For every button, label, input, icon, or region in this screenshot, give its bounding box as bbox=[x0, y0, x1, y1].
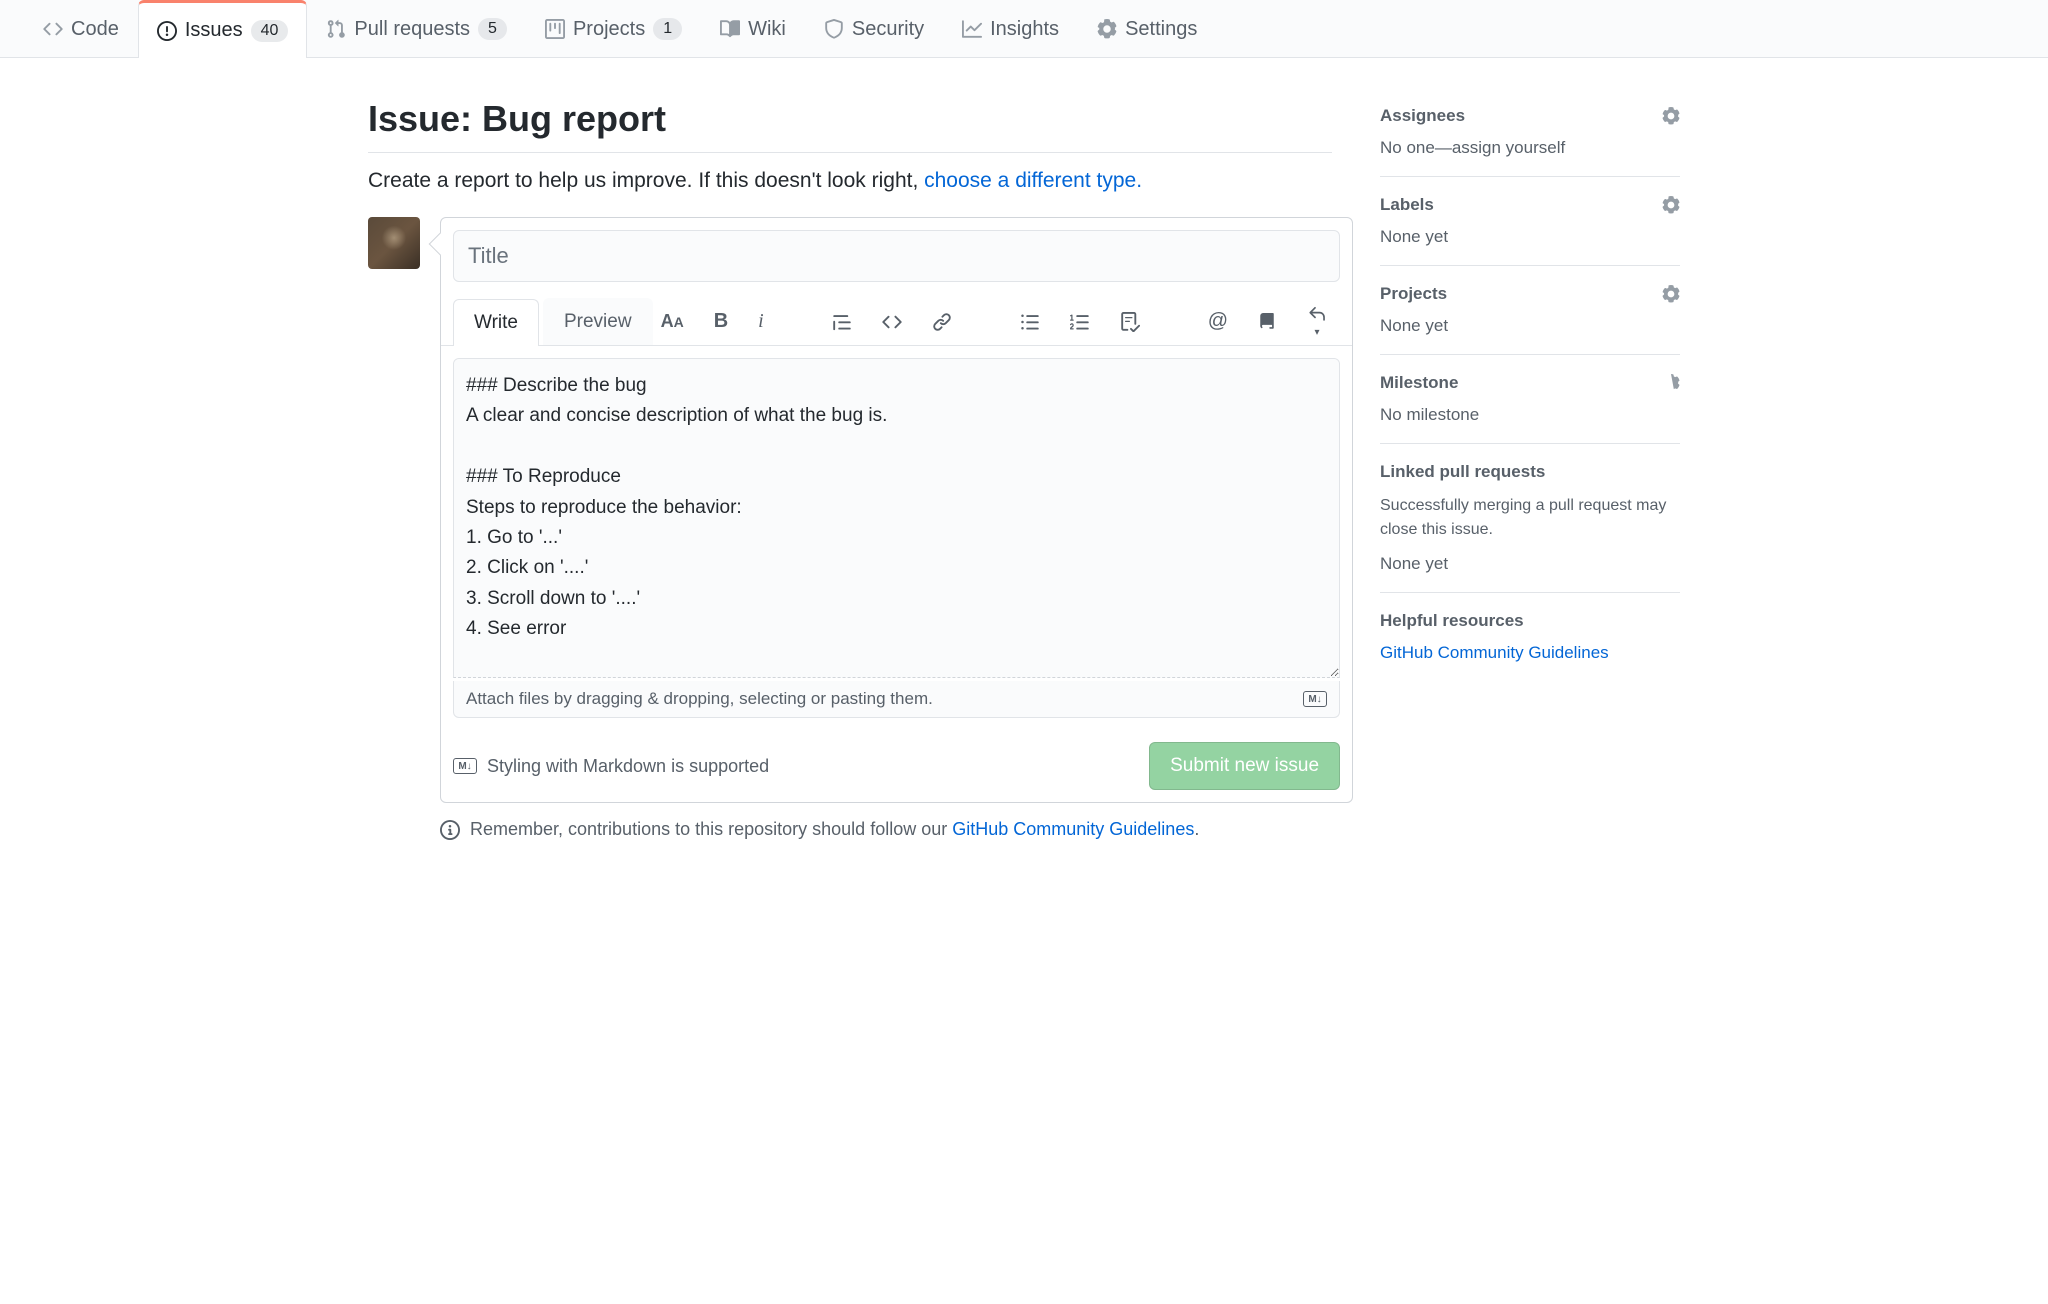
projects-title: Projects bbox=[1380, 284, 1447, 304]
tab-security-label: Security bbox=[852, 18, 924, 41]
page-subtext: Create a report to help us improve. If t… bbox=[368, 169, 1332, 193]
mention-button[interactable]: @ bbox=[1204, 306, 1232, 337]
guidelines-link[interactable]: GitHub Community Guidelines bbox=[952, 819, 1194, 839]
tab-pulls[interactable]: Pull requests 5 bbox=[307, 0, 526, 57]
quote-button[interactable] bbox=[828, 308, 856, 336]
tab-issues[interactable]: Issues 40 bbox=[138, 0, 308, 58]
submit-issue-button[interactable]: Submit new issue bbox=[1149, 742, 1340, 790]
tab-projects-label: Projects bbox=[573, 18, 645, 41]
gear-icon bbox=[1097, 19, 1117, 39]
tab-wiki-label: Wiki bbox=[748, 18, 786, 41]
gear-icon[interactable] bbox=[1662, 374, 1680, 392]
write-tab[interactable]: Write bbox=[453, 299, 539, 346]
shield-icon bbox=[824, 19, 844, 39]
helpful-title: Helpful resources bbox=[1380, 611, 1524, 631]
linked-prs-note: Successfully merging a pull request may … bbox=[1380, 494, 1680, 542]
gear-icon[interactable] bbox=[1662, 196, 1680, 214]
code-button[interactable] bbox=[878, 308, 906, 336]
tab-security[interactable]: Security bbox=[805, 0, 943, 57]
graph-icon bbox=[962, 19, 982, 39]
gear-icon[interactable] bbox=[1662, 107, 1680, 125]
heading-button[interactable]: AA bbox=[657, 307, 688, 336]
tab-code-label: Code bbox=[71, 18, 119, 41]
attach-bar[interactable]: Attach files by dragging & dropping, sel… bbox=[453, 681, 1340, 718]
assignees-body[interactable]: No one—assign yourself bbox=[1380, 138, 1680, 158]
book-icon bbox=[720, 19, 740, 39]
milestone-title: Milestone bbox=[1380, 373, 1458, 393]
saved-reply-button[interactable] bbox=[1254, 309, 1280, 335]
projects-body: None yet bbox=[1380, 316, 1680, 336]
tab-insights[interactable]: Insights bbox=[943, 0, 1078, 57]
tab-projects[interactable]: Projects 1 bbox=[526, 0, 701, 57]
markdown-icon: M↓ bbox=[1303, 691, 1327, 707]
assignees-title: Assignees bbox=[1380, 106, 1465, 126]
italic-button[interactable]: i bbox=[754, 306, 768, 337]
tab-insights-label: Insights bbox=[990, 18, 1059, 41]
milestone-body: No milestone bbox=[1380, 405, 1680, 425]
editor-tabnav: Write Preview AA B i bbox=[441, 298, 1352, 346]
choose-type-link[interactable]: choose a different type. bbox=[924, 169, 1142, 192]
issue-title-input[interactable] bbox=[453, 230, 1340, 282]
gear-icon[interactable] bbox=[1662, 285, 1680, 303]
link-button[interactable] bbox=[928, 308, 956, 336]
avatar[interactable] bbox=[368, 217, 420, 269]
repo-tabnav: Code Issues 40 Pull requests 5 Projects … bbox=[0, 0, 2048, 58]
info-icon bbox=[440, 820, 460, 840]
contribution-note: Remember, contributions to this reposito… bbox=[440, 819, 1332, 840]
issue-body-textarea[interactable] bbox=[453, 358, 1340, 678]
issues-counter: 40 bbox=[251, 20, 289, 42]
tab-wiki[interactable]: Wiki bbox=[701, 0, 805, 57]
linked-prs-title: Linked pull requests bbox=[1380, 462, 1545, 482]
comment-box: Write Preview AA B i bbox=[440, 217, 1353, 803]
tab-issues-label: Issues bbox=[185, 19, 243, 42]
tab-settings[interactable]: Settings bbox=[1078, 0, 1216, 57]
markdown-icon: M↓ bbox=[453, 758, 477, 774]
pulls-counter: 5 bbox=[478, 18, 507, 40]
project-icon bbox=[545, 19, 565, 39]
markdown-toolbar: AA B i @ ▾ bbox=[657, 301, 1340, 342]
git-pull-request-icon bbox=[326, 19, 346, 39]
preview-tab[interactable]: Preview bbox=[543, 298, 653, 345]
helpful-link[interactable]: GitHub Community Guidelines bbox=[1380, 643, 1609, 662]
tab-code[interactable]: Code bbox=[24, 0, 138, 57]
projects-counter: 1 bbox=[653, 18, 682, 40]
task-list-button[interactable] bbox=[1116, 308, 1144, 336]
labels-body: None yet bbox=[1380, 227, 1680, 247]
reply-button[interactable]: ▾ bbox=[1302, 301, 1332, 342]
labels-title: Labels bbox=[1380, 195, 1434, 215]
bold-button[interactable]: B bbox=[710, 306, 732, 337]
linked-prs-body: None yet bbox=[1380, 554, 1680, 574]
issue-opened-icon bbox=[157, 21, 177, 41]
tab-pulls-label: Pull requests bbox=[354, 18, 470, 41]
tab-settings-label: Settings bbox=[1125, 18, 1197, 41]
markdown-hint[interactable]: M↓ Styling with Markdown is supported bbox=[453, 756, 769, 777]
code-icon bbox=[43, 19, 63, 39]
page-title: Issue: Bug report bbox=[368, 98, 1332, 153]
unordered-list-button[interactable] bbox=[1016, 308, 1044, 336]
ordered-list-button[interactable] bbox=[1066, 308, 1094, 336]
